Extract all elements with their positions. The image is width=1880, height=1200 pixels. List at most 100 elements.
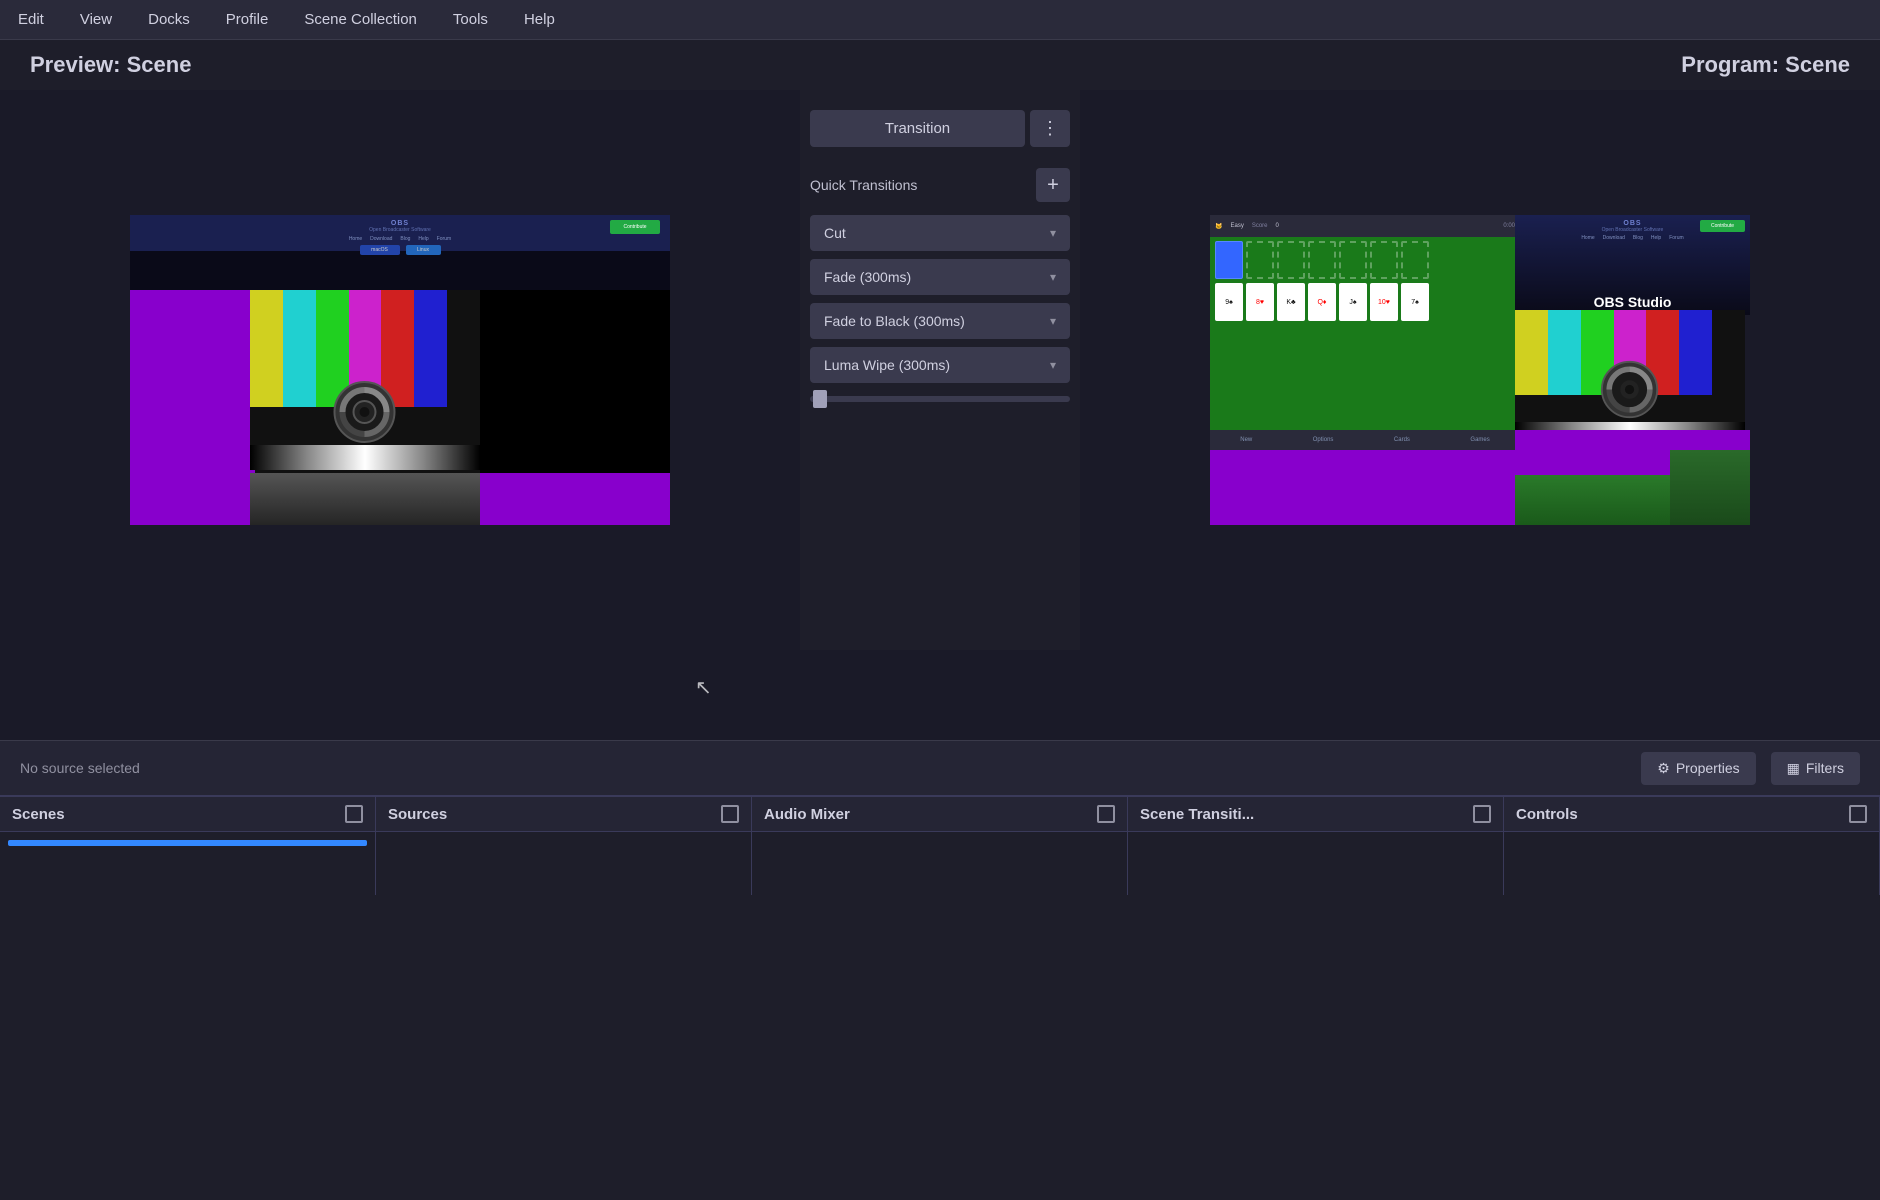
solitaire-bottom-bar: NewOptionsCardsGames [1210, 430, 1520, 450]
fade-black-select[interactable]: Fade to Black (300ms) ▾ [810, 303, 1070, 339]
cut-label: Cut [824, 225, 846, 241]
scenes-blue-bar [8, 840, 367, 846]
obs-nav: HomeDownloadBlogHelpForum [349, 236, 451, 242]
obs-title: OBS [391, 220, 409, 227]
empty-slot-5 [1370, 241, 1398, 279]
scenes-panel-header: Scenes [0, 797, 375, 832]
audio-mixer-panel-header: Audio Mixer [752, 797, 1127, 832]
sources-panel-label: Sources [388, 806, 447, 823]
preview-panel: OBS Open Broadcaster Software HomeDownlo… [0, 90, 800, 650]
program-grass [1515, 475, 1670, 525]
preview-scene[interactable]: OBS Open Broadcaster Software HomeDownlo… [130, 215, 670, 525]
bar-cyan [283, 290, 316, 407]
card-1: 9♠ [1215, 283, 1243, 321]
controls-panel-label: Controls [1516, 806, 1578, 823]
gray-gradient-bottom [250, 473, 480, 525]
add-quick-transition-button[interactable]: + [1036, 168, 1070, 202]
gear-icon: ⚙ [1657, 760, 1670, 777]
luma-wipe-chevron: ▾ [1050, 358, 1056, 372]
color-bars-container [250, 290, 480, 470]
transition-slider-container [810, 391, 1070, 407]
empty-slot-2 [1277, 241, 1305, 279]
fade-select[interactable]: Fade (300ms) ▾ [810, 259, 1070, 295]
empty-slot-4 [1339, 241, 1367, 279]
luma-wipe-select[interactable]: Luma Wipe (300ms) ▾ [810, 347, 1070, 383]
controls-dock-icon[interactable] [1849, 805, 1867, 823]
transition-slider-track [810, 396, 1070, 402]
program-label: Program: Scene [1681, 52, 1850, 78]
scene-transitions-panel-header: Scene Transiti... [1128, 797, 1503, 832]
program-color-bars-container [1515, 310, 1745, 440]
controls-panel: Controls [1504, 797, 1880, 895]
scene-transitions-panel: Scene Transiti... [1128, 797, 1504, 895]
card-top-row [1210, 237, 1520, 283]
menu-profile[interactable]: Profile [218, 7, 277, 32]
cursor-icon: ↖ [695, 675, 712, 700]
filter-icon: ▦ [1787, 760, 1800, 777]
empty-area: ↖ [0, 650, 1880, 740]
menu-help[interactable]: Help [516, 7, 563, 32]
scenes-panel-label: Scenes [12, 806, 65, 823]
transition-button[interactable]: Transition [810, 110, 1025, 147]
audio-mixer-dock-icon[interactable] [1097, 805, 1115, 823]
preview-label: Preview: Scene [30, 52, 191, 78]
purple-bottom [130, 473, 670, 525]
bar-black [447, 290, 480, 407]
transition-header: Transition ⋮ [810, 110, 1070, 147]
audio-mixer-panel: Audio Mixer [752, 797, 1128, 895]
main-area: OBS Open Broadcaster Software HomeDownlo… [0, 90, 1880, 650]
transition-slider-thumb[interactable] [813, 390, 827, 408]
filters-button[interactable]: ▦ Filters [1771, 752, 1860, 785]
sources-panel-header: Sources [376, 797, 751, 832]
solitaire-topbar: 🐱 Easy Score 0 0:00 [1210, 215, 1520, 237]
cut-chevron: ▾ [1050, 226, 1056, 240]
controls-panel-header: Controls [1504, 797, 1879, 832]
fade-black-label: Fade to Black (300ms) [824, 313, 965, 329]
sources-dock-icon[interactable] [721, 805, 739, 823]
quick-transitions-row: Quick Transitions + [810, 163, 1070, 207]
bar-blue [414, 290, 447, 407]
sources-panel: Sources [376, 797, 752, 895]
quick-transitions-label: Quick Transitions [810, 177, 917, 193]
scenes-panel: Scenes [0, 797, 376, 895]
audio-mixer-panel-label: Audio Mixer [764, 806, 850, 823]
menu-docks[interactable]: Docks [140, 7, 198, 32]
menu-bar: Edit View Docks Profile Scene Collection… [0, 0, 1880, 40]
fade-chevron: ▾ [1050, 270, 1056, 284]
fade-black-chevron: ▾ [1050, 314, 1056, 328]
properties-button[interactable]: ⚙ Properties [1641, 752, 1755, 785]
empty-slot-6 [1401, 241, 1429, 279]
obs-subtitle: Open Broadcaster Software [369, 227, 431, 233]
obs-logo-preview [333, 380, 398, 450]
solitaire-bg: 🐱 Easy Score 0 0:00 [1210, 215, 1520, 450]
bottom-toolbar: No source selected ⚙ Properties ▦ Filter… [0, 740, 1880, 795]
bar-yellow [250, 290, 283, 407]
no-source-text: No source selected [20, 760, 140, 776]
program-scene[interactable]: 🐱 Easy Score 0 0:00 [1210, 215, 1750, 525]
program-purple-bottom-left [1210, 450, 1520, 525]
card-4: Q♦ [1308, 283, 1336, 321]
preview-program-bar: Preview: Scene Program: Scene [0, 40, 1880, 90]
menu-edit[interactable]: Edit [10, 7, 52, 32]
menu-view[interactable]: View [72, 7, 120, 32]
cut-select[interactable]: Cut ▾ [810, 215, 1070, 251]
luma-wipe-label: Luma Wipe (300ms) [824, 357, 950, 373]
transition-panel: Transition ⋮ Quick Transitions + Cut ▾ F… [800, 90, 1080, 650]
program-obs-web: OBS Open Broadcaster Software HomeDownlo… [1515, 215, 1750, 315]
empty-slot-1 [1246, 241, 1274, 279]
menu-scene-collection[interactable]: Scene Collection [296, 7, 425, 32]
filters-label: Filters [1806, 760, 1844, 776]
scene-transitions-dock-icon[interactable] [1473, 805, 1491, 823]
card-play-area: 9♠ 8♥ K♣ Q♦ J♠ 10♥ 7♠ [1210, 283, 1520, 321]
empty-slot-3 [1308, 241, 1336, 279]
card-blue [1215, 241, 1243, 279]
dock-panels: Scenes Sources Audio Mixer Scene Transit… [0, 795, 1880, 895]
transition-more-button[interactable]: ⋮ [1030, 110, 1070, 147]
properties-label: Properties [1676, 760, 1740, 776]
card-2: 8♥ [1246, 283, 1274, 321]
program-panel: 🐱 Easy Score 0 0:00 [1080, 90, 1880, 650]
menu-tools[interactable]: Tools [445, 7, 496, 32]
scenes-dock-icon[interactable] [345, 805, 363, 823]
card-6: 10♥ [1370, 283, 1398, 321]
card-5: J♠ [1339, 283, 1367, 321]
